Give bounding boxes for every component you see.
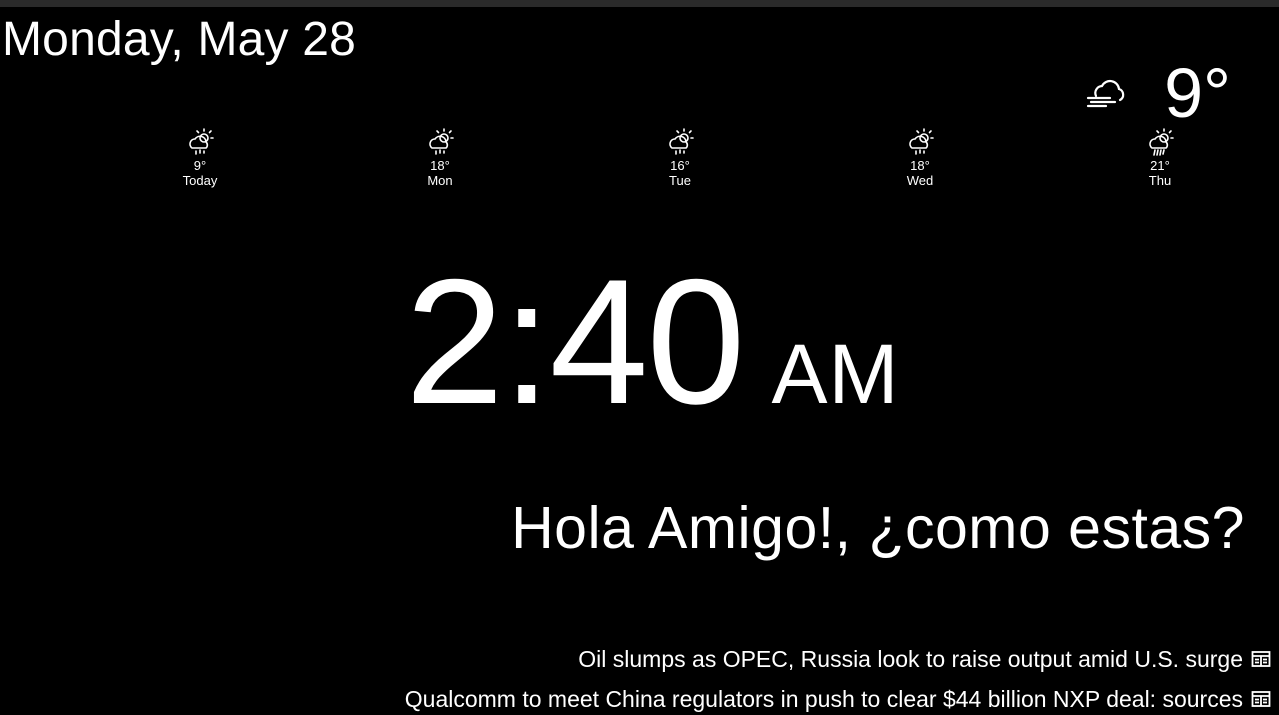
forecast-temp: 18° [430, 158, 450, 173]
forecast-day: 9° Today [160, 128, 240, 188]
clock-time: 2:40 [405, 242, 745, 441]
forecast-temp: 9° [193, 158, 207, 173]
forecast-day: 18° Mon [400, 128, 480, 188]
cloud-sun-rain-icon [669, 128, 694, 155]
cloud-sun-rain-icon [429, 128, 454, 155]
current-temperature: 9° [1164, 54, 1231, 132]
news-headline[interactable]: Oil slumps as OPEC, Russia look to raise… [578, 645, 1243, 673]
clock-ampm: AM [771, 327, 900, 421]
current-weather: 9° [1086, 58, 1231, 128]
forecast-temp: 18° [910, 158, 930, 173]
system-top-bar [0, 0, 1279, 7]
date-display: Monday, May 28 [2, 13, 357, 66]
cloud-sun-heavy-rain-icon [1149, 128, 1174, 156]
forecast-day-label: Mon [427, 173, 453, 188]
news-item[interactable]: Oil slumps as OPEC, Russia look to raise… [578, 645, 1271, 673]
forecast-temp: 16° [670, 158, 690, 173]
forecast-day-label: Today [182, 173, 218, 188]
forecast-day: 18° Wed [880, 128, 960, 188]
forecast-strip: 9° Today 18° Mon 16° Tue 18° Wed 21° Thu [0, 128, 1279, 198]
forecast-day: 16° Tue [640, 128, 720, 188]
forecast-day: 21° Thu [1120, 128, 1200, 188]
newspaper-icon [1251, 691, 1271, 707]
greeting-message: Hola Amigo!, ¿como estas? [511, 495, 1245, 561]
forecast-day-label: Tue [669, 173, 691, 188]
cloud-sun-rain-icon [189, 128, 214, 155]
news-item[interactable]: Qualcomm to meet China regulators in pus… [405, 685, 1271, 713]
cloud-wind-icon [1086, 79, 1125, 108]
forecast-day-label: Wed [906, 173, 934, 188]
newspaper-icon [1251, 651, 1271, 667]
forecast-temp: 21° [1150, 158, 1170, 173]
forecast-day-label: Thu [1148, 173, 1172, 188]
clock: 2:40 AM [405, 252, 899, 432]
news-headline[interactable]: Qualcomm to meet China regulators in pus… [405, 685, 1243, 713]
cloud-sun-rain-icon [909, 128, 934, 155]
